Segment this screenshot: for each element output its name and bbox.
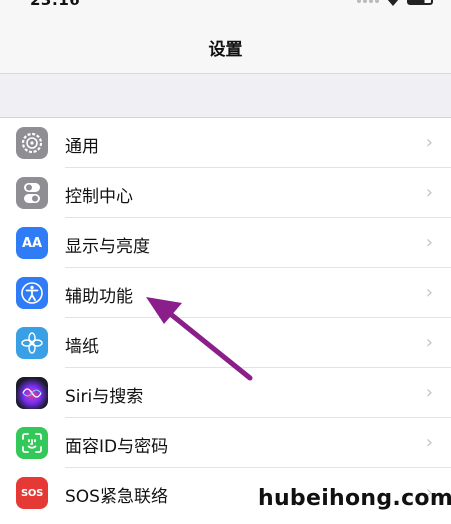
gear-icon xyxy=(16,127,48,159)
chevron-right-icon: › xyxy=(425,232,433,253)
settings-item-label: 通用 xyxy=(65,137,99,157)
chevron-right-icon: › xyxy=(425,182,433,203)
chevron-right-icon: › xyxy=(425,282,433,303)
siri-icon xyxy=(16,377,48,409)
status-bar: 23:16 xyxy=(0,0,451,16)
display-aa-icon: AA xyxy=(16,227,48,259)
chevron-right-icon: › xyxy=(425,432,433,453)
settings-item-face-id-passcode[interactable]: 面容ID与密码 › xyxy=(0,418,451,468)
page-title: 设置 xyxy=(208,40,243,60)
status-icons xyxy=(357,0,433,8)
chevron-right-icon: › xyxy=(425,132,433,153)
settings-item-label: 显示与亮度 xyxy=(65,237,150,257)
settings-item-label: 面容ID与密码 xyxy=(65,437,169,457)
section-spacer xyxy=(0,74,451,118)
wifi-icon xyxy=(387,0,399,6)
settings-list: 通用 › 控制中心 › AA 显示与亮度 › 辅助功能 › 墙纸 › Siri与… xyxy=(0,118,451,524)
chevron-right-icon: › xyxy=(425,382,433,403)
settings-item-label: 控制中心 xyxy=(65,187,133,207)
settings-item-wallpaper[interactable]: 墙纸 › xyxy=(0,318,451,368)
accessibility-icon xyxy=(16,277,48,309)
toggle-switches-icon xyxy=(16,177,48,209)
navigation-bar: 设置 xyxy=(0,16,451,74)
settings-item-accessibility[interactable]: 辅助功能 › xyxy=(0,268,451,318)
settings-item-label: 辅助功能 xyxy=(65,287,133,307)
settings-item-display-brightness[interactable]: AA 显示与亮度 › xyxy=(0,218,451,268)
settings-item-label: 墙纸 xyxy=(65,337,99,357)
signal-icon xyxy=(357,0,379,3)
face-id-icon xyxy=(16,427,48,459)
chevron-right-icon: › xyxy=(425,332,433,353)
sos-icon: SOS xyxy=(16,477,48,509)
status-time: 23:16 xyxy=(30,0,81,9)
settings-item-control-center[interactable]: 控制中心 › xyxy=(0,168,451,218)
settings-item-siri-search[interactable]: Siri与搜索 › xyxy=(0,368,451,418)
flower-icon xyxy=(16,327,48,359)
settings-item-label: SOS紧急联络 xyxy=(65,487,168,507)
watermark-text: hubeihong.com xyxy=(258,486,451,511)
settings-item-label: Siri与搜索 xyxy=(65,387,144,407)
battery-icon xyxy=(407,0,433,5)
settings-item-general[interactable]: 通用 › xyxy=(0,118,451,168)
